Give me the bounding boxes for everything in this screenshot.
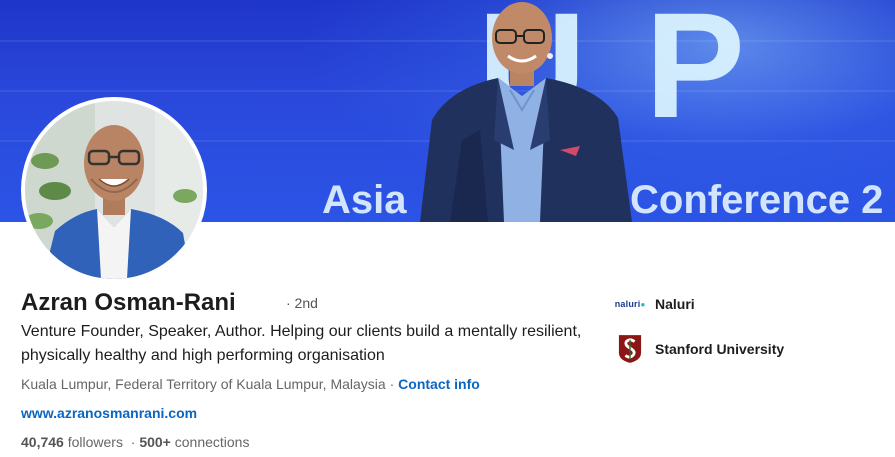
contact-info-link[interactable]: Contact info: [398, 376, 480, 392]
org-item-stanford[interactable]: Stanford University: [615, 333, 784, 365]
banner-text: Conference 2: [630, 178, 884, 222]
banner-text: Asia: [322, 178, 407, 222]
profile-location: Kuala Lumpur, Federal Territory of Kuala…: [21, 376, 386, 392]
profile-name: Azran Osman-Rani: [21, 289, 236, 316]
connections-link[interactable]: 500+ connections: [139, 434, 249, 450]
location-row: Kuala Lumpur, Federal Territory of Kuala…: [21, 375, 480, 393]
followers-label: followers: [63, 434, 123, 450]
website-link[interactable]: www.azranosmanrani.com: [21, 404, 197, 422]
org-label: Stanford University: [655, 341, 785, 357]
org-item-naluri[interactable]: naluri ● Naluri: [615, 288, 695, 320]
naluri-logo-text: naluri: [614, 299, 641, 309]
connection-degree: · 2nd: [286, 295, 318, 311]
connections-label: connections: [170, 434, 250, 450]
naluri-logo-icon: naluri ●: [614, 299, 646, 309]
speaker-photo: [420, 2, 632, 222]
avatar-photo: [25, 101, 203, 279]
connections-count: 500+: [139, 434, 171, 450]
org-label: Naluri: [655, 296, 695, 312]
profile-avatar[interactable]: [21, 97, 207, 283]
separator: ·: [385, 376, 399, 392]
stanford-logo-svg: [618, 335, 642, 363]
followers-count: 40,746: [21, 434, 64, 450]
followers-link[interactable]: 40,746 followers: [21, 434, 123, 450]
stanford-logo-icon: [615, 333, 645, 365]
profile-stats: 40,746 followers · 500+ connections: [21, 433, 249, 451]
separator: ·: [122, 434, 140, 450]
banner-letter: P: [645, 0, 746, 149]
profile-headline: Venture Founder, Speaker, Author. Helpin…: [21, 323, 582, 364]
